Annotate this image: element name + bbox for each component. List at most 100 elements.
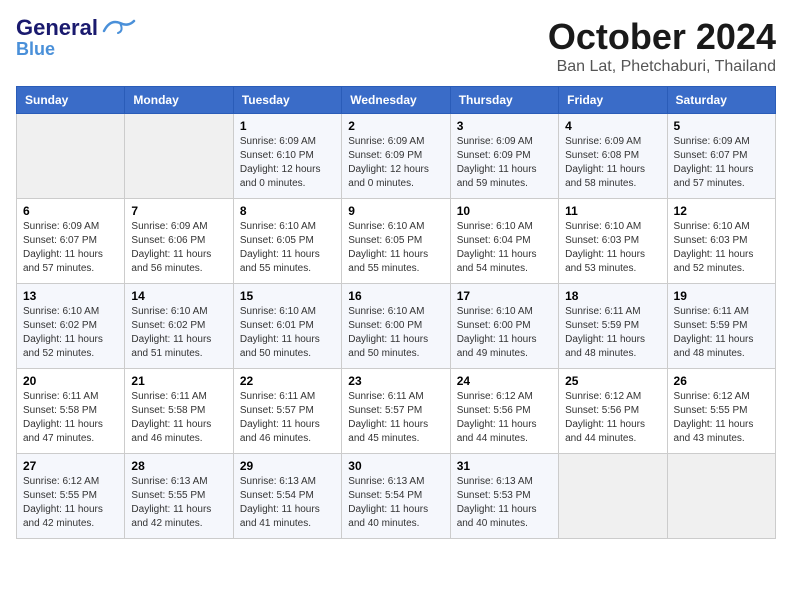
day-number: 20 — [23, 374, 118, 388]
day-number: 25 — [565, 374, 660, 388]
calendar-cell: 27 Sunrise: 6:12 AMSunset: 5:55 PMDayligh… — [17, 454, 125, 539]
calendar-header-row: SundayMondayTuesdayWednesdayThursdayFrid… — [17, 87, 776, 114]
calendar-cell: 12 Sunrise: 6:10 AMSunset: 6:03 PMDayligh… — [667, 199, 775, 284]
calendar-cell — [125, 114, 233, 199]
day-number: 22 — [240, 374, 335, 388]
day-number: 24 — [457, 374, 552, 388]
logo-bird-icon — [100, 17, 136, 39]
day-info: Sunrise: 6:09 AMSunset: 6:07 PMDaylight:… — [674, 135, 769, 191]
day-info: Sunrise: 6:13 AMSunset: 5:55 PMDaylight:… — [131, 475, 226, 531]
calendar-cell: 7 Sunrise: 6:09 AMSunset: 6:06 PMDaylight… — [125, 199, 233, 284]
day-info: Sunrise: 6:09 AMSunset: 6:08 PMDaylight:… — [565, 135, 660, 191]
calendar-cell: 17Sunrise: 6:10 AMSunset: 6:00 PMDayligh… — [450, 284, 558, 369]
day-info: Sunrise: 6:10 AMSunset: 6:03 PMDaylight:… — [565, 220, 660, 276]
day-info: Sunrise: 6:10 AMSunset: 6:05 PMDaylight:… — [348, 220, 443, 276]
day-info: Sunrise: 6:10 AMSunset: 6:00 PMDaylight:… — [457, 305, 552, 361]
calendar-cell: 30Sunrise: 6:13 AMSunset: 5:54 PMDayligh… — [342, 454, 450, 539]
day-of-week-header: Thursday — [450, 87, 558, 114]
day-of-week-header: Wednesday — [342, 87, 450, 114]
day-info: Sunrise: 6:12 AMSunset: 5:56 PMDaylight:… — [457, 390, 552, 446]
day-of-week-header: Sunday — [17, 87, 125, 114]
day-number: 14 — [131, 289, 226, 303]
calendar-cell: 3 Sunrise: 6:09 AMSunset: 6:09 PMDaylight… — [450, 114, 558, 199]
day-info: Sunrise: 6:11 AMSunset: 5:59 PMDaylight:… — [674, 305, 769, 361]
calendar-week-row: 6 Sunrise: 6:09 AMSunset: 6:07 PMDaylight… — [17, 199, 776, 284]
calendar-cell: 10Sunrise: 6:10 AMSunset: 6:04 PMDayligh… — [450, 199, 558, 284]
calendar-cell: 18Sunrise: 6:11 AMSunset: 5:59 PMDayligh… — [559, 284, 667, 369]
day-info: Sunrise: 6:10 AMSunset: 6:02 PMDaylight:… — [23, 305, 118, 361]
day-number: 16 — [348, 289, 443, 303]
calendar-week-row: 1 Sunrise: 6:09 AMSunset: 6:10 PMDaylight… — [17, 114, 776, 199]
day-info: Sunrise: 6:09 AMSunset: 6:09 PMDaylight:… — [457, 135, 552, 191]
day-number: 7 — [131, 204, 226, 218]
calendar-cell: 13 Sunrise: 6:10 AMSunset: 6:02 PMDayligh… — [17, 284, 125, 369]
calendar-cell: 15 Sunrise: 6:10 AMSunset: 6:01 PMDayligh… — [233, 284, 341, 369]
calendar-cell: 21 Sunrise: 6:11 AMSunset: 5:58 PMDayligh… — [125, 369, 233, 454]
day-info: Sunrise: 6:13 AMSunset: 5:53 PMDaylight:… — [457, 475, 552, 531]
calendar-cell: 31 Sunrise: 6:13 AMSunset: 5:53 PMDayligh… — [450, 454, 558, 539]
day-number: 28 — [131, 459, 226, 473]
calendar-cell: 14 Sunrise: 6:10 AMSunset: 6:02 PMDayligh… — [125, 284, 233, 369]
day-number: 12 — [674, 204, 769, 218]
day-info: Sunrise: 6:09 AMSunset: 6:10 PMDaylight:… — [240, 135, 335, 191]
day-number: 3 — [457, 119, 552, 133]
calendar-week-row: 27 Sunrise: 6:12 AMSunset: 5:55 PMDayligh… — [17, 454, 776, 539]
calendar-cell: 26Sunrise: 6:12 AMSunset: 5:55 PMDayligh… — [667, 369, 775, 454]
day-number: 2 — [348, 119, 443, 133]
day-number: 13 — [23, 289, 118, 303]
day-info: Sunrise: 6:11 AMSunset: 5:58 PMDaylight:… — [131, 390, 226, 446]
day-number: 1 — [240, 119, 335, 133]
calendar-cell: 16 Sunrise: 6:10 AMSunset: 6:00 PMDayligh… — [342, 284, 450, 369]
calendar-table: SundayMondayTuesdayWednesdayThursdayFrid… — [16, 86, 776, 539]
day-number: 15 — [240, 289, 335, 303]
calendar-cell: 6 Sunrise: 6:09 AMSunset: 6:07 PMDaylight… — [17, 199, 125, 284]
day-info: Sunrise: 6:10 AMSunset: 6:02 PMDaylight:… — [131, 305, 226, 361]
day-number: 8 — [240, 204, 335, 218]
day-of-week-header: Friday — [559, 87, 667, 114]
day-info: Sunrise: 6:10 AMSunset: 6:01 PMDaylight:… — [240, 305, 335, 361]
calendar-cell — [17, 114, 125, 199]
day-info: Sunrise: 6:09 AMSunset: 6:06 PMDaylight:… — [131, 220, 226, 276]
calendar-cell: 8 Sunrise: 6:10 AMSunset: 6:05 PMDaylight… — [233, 199, 341, 284]
day-number: 30 — [348, 459, 443, 473]
day-number: 4 — [565, 119, 660, 133]
day-info: Sunrise: 6:11 AMSunset: 5:58 PMDaylight:… — [23, 390, 118, 446]
day-number: 23 — [348, 374, 443, 388]
day-number: 5 — [674, 119, 769, 133]
day-info: Sunrise: 6:10 AMSunset: 6:00 PMDaylight:… — [348, 305, 443, 361]
day-number: 6 — [23, 204, 118, 218]
day-info: Sunrise: 6:11 AMSunset: 5:57 PMDaylight:… — [348, 390, 443, 446]
day-number: 27 — [23, 459, 118, 473]
calendar-week-row: 20 Sunrise: 6:11 AMSunset: 5:58 PMDayligh… — [17, 369, 776, 454]
calendar-cell — [667, 454, 775, 539]
day-info: Sunrise: 6:12 AMSunset: 5:55 PMDaylight:… — [674, 390, 769, 446]
calendar-cell: 28 Sunrise: 6:13 AMSunset: 5:55 PMDayligh… — [125, 454, 233, 539]
day-number: 31 — [457, 459, 552, 473]
title-section: October 2024 Ban Lat, Phetchaburi, Thail… — [548, 16, 776, 76]
day-info: Sunrise: 6:10 AMSunset: 6:03 PMDaylight:… — [674, 220, 769, 276]
calendar-cell: 22 Sunrise: 6:11 AMSunset: 5:57 PMDayligh… — [233, 369, 341, 454]
day-number: 21 — [131, 374, 226, 388]
day-number: 29 — [240, 459, 335, 473]
day-info: Sunrise: 6:11 AMSunset: 5:59 PMDaylight:… — [565, 305, 660, 361]
day-of-week-header: Monday — [125, 87, 233, 114]
month-title: October 2024 — [548, 16, 776, 58]
day-info: Sunrise: 6:10 AMSunset: 6:05 PMDaylight:… — [240, 220, 335, 276]
day-info: Sunrise: 6:11 AMSunset: 5:57 PMDaylight:… — [240, 390, 335, 446]
calendar-cell: 19Sunrise: 6:11 AMSunset: 5:59 PMDayligh… — [667, 284, 775, 369]
day-number: 11 — [565, 204, 660, 218]
calendar-cell: 2Sunrise: 6:09 AMSunset: 6:09 PMDaylight… — [342, 114, 450, 199]
calendar-cell: 29Sunrise: 6:13 AMSunset: 5:54 PMDayligh… — [233, 454, 341, 539]
location-title: Ban Lat, Phetchaburi, Thailand — [548, 58, 776, 76]
calendar-cell: 11 Sunrise: 6:10 AMSunset: 6:03 PMDayligh… — [559, 199, 667, 284]
day-of-week-header: Tuesday — [233, 87, 341, 114]
calendar-cell: 9Sunrise: 6:10 AMSunset: 6:05 PMDaylight… — [342, 199, 450, 284]
day-info: Sunrise: 6:12 AMSunset: 5:56 PMDaylight:… — [565, 390, 660, 446]
calendar-week-row: 13 Sunrise: 6:10 AMSunset: 6:02 PMDayligh… — [17, 284, 776, 369]
day-info: Sunrise: 6:12 AMSunset: 5:55 PMDaylight:… — [23, 475, 118, 531]
day-info: Sunrise: 6:09 AMSunset: 6:07 PMDaylight:… — [23, 220, 118, 276]
calendar-cell: 5 Sunrise: 6:09 AMSunset: 6:07 PMDaylight… — [667, 114, 775, 199]
calendar-cell: 4 Sunrise: 6:09 AMSunset: 6:08 PMDaylight… — [559, 114, 667, 199]
calendar-cell — [559, 454, 667, 539]
calendar-cell: 20 Sunrise: 6:11 AMSunset: 5:58 PMDayligh… — [17, 369, 125, 454]
